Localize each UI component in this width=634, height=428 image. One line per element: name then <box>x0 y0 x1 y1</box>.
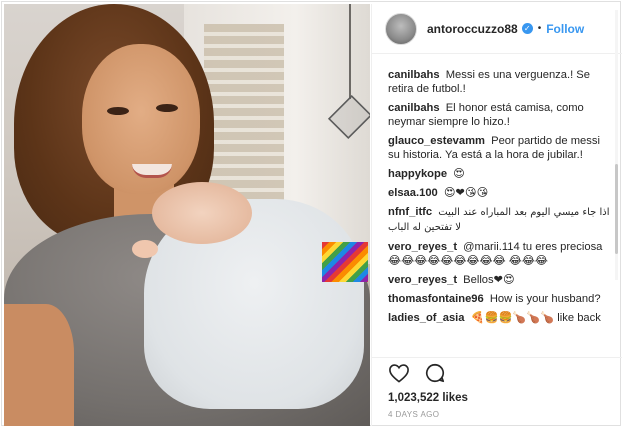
comments-scrollbar-thumb[interactable] <box>615 164 618 254</box>
comment-item: canilbahs Messi es una verguenza.! Se re… <box>388 68 610 96</box>
follow-button[interactable]: Follow <box>546 22 584 36</box>
post-side-panel: antoroccuzzo88 ✓ • Follow canilbahs Mess… <box>371 4 622 426</box>
comment-item: ladies_of_asia 🍕🍔🍔🍗🍗🍗 like back <box>388 311 610 325</box>
post-timestamp[interactable]: 4 DAYS AGO <box>388 410 606 419</box>
comment-text: 🍕🍔🍔🍗🍗🍗 like back <box>470 312 601 324</box>
comment-username[interactable]: elsaa.100 <box>388 187 438 199</box>
baby-hand <box>132 240 158 258</box>
instagram-post-frame: A& antoroccuzzo88 ✓ • Follow canilbahs M… <box>1 1 622 426</box>
comment-item: vero_reyes_t Bellos❤😍 <box>388 273 610 287</box>
comment-username[interactable]: canilbahs <box>388 102 440 114</box>
woman-arm <box>4 304 74 426</box>
like-count[interactable]: 1,023,522 likes <box>388 392 606 404</box>
comment-text: How is your husband? <box>489 293 601 305</box>
comment-text: 😍❤😘😘 <box>443 187 489 199</box>
comment-text: 😍 <box>453 168 465 180</box>
lamp-chain <box>349 4 351 99</box>
comment-list[interactable]: canilbahs Messi es una verguenza.! Se re… <box>372 54 622 344</box>
comment-username[interactable]: thomasfontaine96 <box>388 293 484 305</box>
verified-badge-icon: ✓ <box>521 23 533 34</box>
comment-item: elsaa.100 😍❤😘😘 <box>388 186 610 200</box>
comment-username[interactable]: canilbahs <box>388 69 440 81</box>
comment-username[interactable]: ladies_of_asia <box>388 312 465 324</box>
right-eye <box>156 104 178 112</box>
comment-username[interactable]: glauco_estevamm <box>388 135 485 147</box>
comment-item: thomasfontaine96 How is your husband? <box>388 292 610 306</box>
separator-dot: • <box>537 23 542 34</box>
left-eye <box>107 107 129 115</box>
action-icons <box>388 362 606 389</box>
comment-item: vero_reyes_t @marii.114 tu eres preciosa… <box>388 240 610 268</box>
rainbow-stripes <box>322 242 368 282</box>
post-header: antoroccuzzo88 ✓ • Follow <box>372 4 622 54</box>
post-photo[interactable]: A& <box>4 4 370 426</box>
post-actions: 1,023,522 likes 4 DAYS AGO <box>372 357 622 426</box>
baby-head <box>152 182 252 244</box>
comment-username[interactable]: vero_reyes_t <box>388 241 457 253</box>
comment-item: nfnf_itfc اذا جاء ميسي اليوم بعد المبارا… <box>388 205 610 235</box>
comment-username[interactable]: vero_reyes_t <box>388 274 457 286</box>
comment-username[interactable]: nfnf_itfc <box>388 206 432 218</box>
heart-icon[interactable] <box>388 363 410 388</box>
avatar[interactable] <box>385 12 417 45</box>
username-link[interactable]: antoroccuzzo88 <box>427 22 518 36</box>
comment-item: happykope 😍 <box>388 167 610 181</box>
comment-username[interactable]: happykope <box>388 168 447 180</box>
comment-icon[interactable] <box>424 362 446 389</box>
comment-item: glauco_estevamm Peor partido de messi su… <box>388 134 610 162</box>
comment-text: Bellos❤😍 <box>463 274 515 286</box>
comment-item: canilbahs El honor está camisa, como ney… <box>388 101 610 129</box>
